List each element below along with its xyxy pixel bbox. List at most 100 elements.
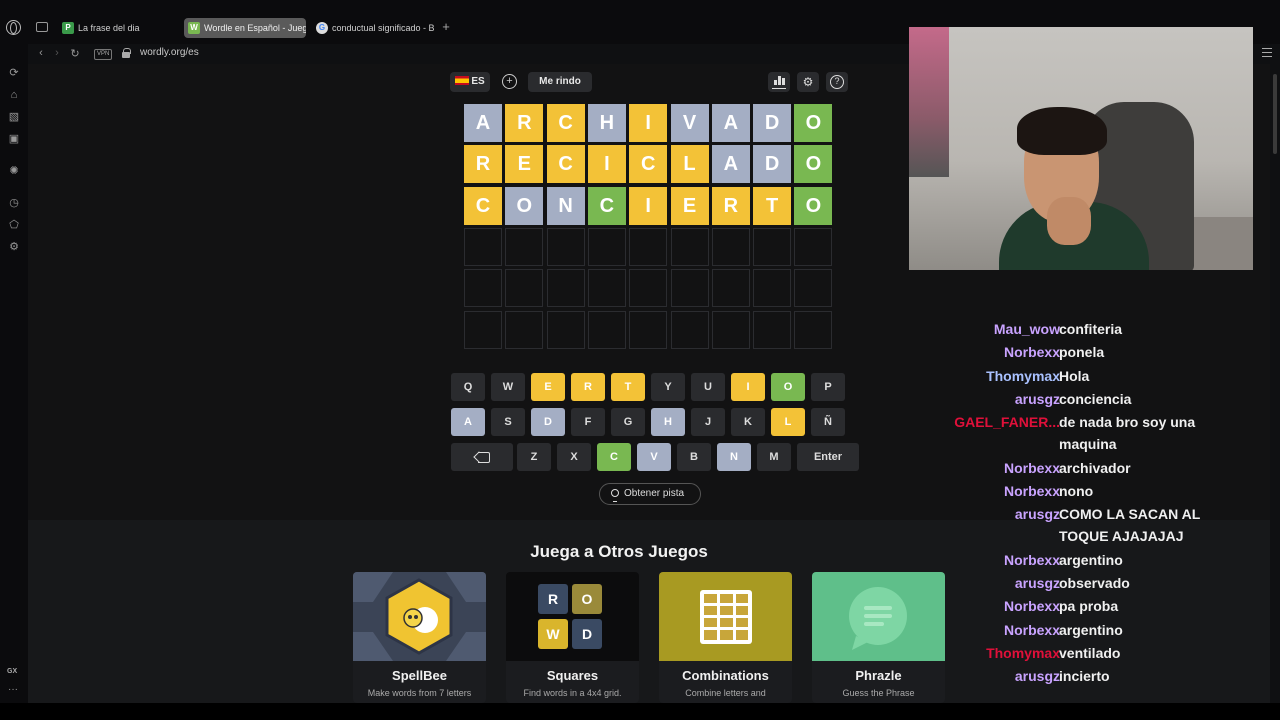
grid-tile: H (587, 104, 626, 142)
back-arrow-icon[interactable]: ‹ (34, 47, 48, 59)
key-o[interactable]: O (771, 373, 805, 401)
key-k[interactable]: K (731, 408, 765, 436)
chat-text: ponela (1059, 344, 1105, 361)
chat-username[interactable]: Norbexx (1004, 595, 1060, 617)
grid-tile: C (546, 145, 585, 184)
workspace-icon[interactable]: ⌂ (7, 88, 21, 102)
grid-tile: R (711, 186, 750, 225)
browser-tab[interactable]: W Wordle en Español - Jueg (184, 18, 306, 38)
key-g[interactable]: G (611, 408, 645, 436)
gx-logo-icon[interactable]: GX (7, 668, 17, 675)
extensions-icon[interactable]: ⬠ (7, 218, 21, 232)
url-text[interactable]: wordly.org/es (140, 47, 199, 58)
reload-icon[interactable]: ↻ (68, 47, 82, 60)
hint-label: Obtener pista (624, 488, 685, 499)
key-ñ[interactable]: Ñ (811, 408, 845, 436)
grid-tile (505, 227, 544, 266)
chat-username[interactable]: Norbexx (1004, 341, 1060, 363)
key-f[interactable]: F (571, 408, 605, 436)
help-icon: ? (830, 75, 844, 89)
grid-tile (546, 310, 585, 349)
chat-username[interactable]: Norbexx (1004, 619, 1060, 641)
language-button[interactable]: ES (450, 72, 490, 92)
chat-username[interactable]: GAEL_FANER... (954, 411, 1060, 433)
tab-panel-icon[interactable] (36, 22, 48, 32)
settings-button[interactable]: ⚙ (797, 72, 819, 92)
hint-button[interactable]: Obtener pista (599, 483, 701, 505)
lock-icon[interactable] (122, 48, 131, 58)
key-n[interactable]: N (717, 443, 751, 471)
grid-tile (711, 227, 750, 266)
give-up-button[interactable]: Me rindo (528, 72, 592, 92)
twitch-icon[interactable]: ▧ (7, 110, 21, 124)
backspace-key[interactable] (451, 443, 513, 471)
key-j[interactable]: J (691, 408, 725, 436)
key-u[interactable]: U (691, 373, 725, 401)
chat-text: COMO LA SACAN AL TOQUE AJAJAJAJ (1059, 506, 1201, 545)
key-t[interactable]: T (611, 373, 645, 401)
chat-text: observado (1059, 575, 1130, 592)
scroll-thumb[interactable] (1273, 74, 1277, 154)
key-a[interactable]: A (451, 408, 485, 436)
card-desc: Combine letters and (685, 688, 766, 698)
chat-username[interactable]: arusgz (1015, 388, 1060, 410)
chat-username[interactable]: Norbexx (1004, 457, 1060, 479)
key-m[interactable]: M (757, 443, 791, 471)
chat-username[interactable]: Thomymax (986, 642, 1060, 664)
easy-setup-menu-icon[interactable] (1262, 48, 1272, 57)
new-tab-plus-icon[interactable]: + (440, 20, 452, 34)
page-scrollbar[interactable] (1270, 64, 1280, 704)
grid-tile: I (629, 186, 668, 225)
key-r[interactable]: R (571, 373, 605, 401)
search-refresh-icon[interactable]: ⟳ (7, 66, 21, 80)
chat-username[interactable]: Thomymax (986, 365, 1060, 387)
browser-tab[interactable]: P La frase del dia (58, 18, 180, 38)
chat-username[interactable]: Norbexx (1004, 480, 1060, 502)
opera-logo-icon[interactable] (6, 20, 21, 35)
game-card-spellbee[interactable]: SpellBee Make words from 7 letters (353, 572, 486, 703)
history-icon[interactable]: ◷ (7, 196, 21, 210)
chat-username[interactable]: arusgz (1015, 665, 1060, 687)
key-p[interactable]: P (811, 373, 845, 401)
grid-tile (753, 227, 792, 266)
stats-button[interactable] (768, 72, 790, 92)
key-y[interactable]: Y (651, 373, 685, 401)
vpn-badge[interactable]: VPN (94, 49, 113, 60)
key-d[interactable]: D (531, 408, 565, 436)
key-l[interactable]: L (771, 408, 805, 436)
chat-text: argentino (1059, 621, 1123, 638)
key-s[interactable]: S (491, 408, 525, 436)
help-button[interactable]: ? (826, 72, 848, 92)
key-b[interactable]: B (677, 443, 711, 471)
chat-username[interactable]: Norbexx (1004, 549, 1060, 571)
enter-key[interactable]: Enter (797, 443, 859, 471)
key-i[interactable]: I (731, 373, 765, 401)
settings-gear-icon[interactable]: ⚙ (7, 240, 21, 254)
squares-tile: O (572, 584, 602, 614)
more-dots-icon[interactable]: ··· (8, 684, 18, 695)
lightbulb-icon (611, 489, 619, 502)
key-q[interactable]: Q (451, 373, 485, 401)
browser-tab[interactable]: Gconductual significado - B (312, 18, 434, 38)
messenger-icon[interactable]: ▣ (7, 132, 21, 146)
key-h[interactable]: H (651, 408, 685, 436)
key-v[interactable]: V (637, 443, 671, 471)
key-w[interactable]: W (491, 373, 525, 401)
forward-arrow-icon[interactable]: › (50, 47, 64, 59)
game-card-phrazle[interactable]: Phrazle Guess the Phrase (812, 572, 945, 703)
new-game-plus-icon[interactable]: + (502, 74, 517, 89)
chat-username[interactable]: arusgz (1015, 503, 1060, 525)
chat-username[interactable]: Mau_wow (994, 318, 1060, 340)
key-c[interactable]: C (597, 443, 631, 471)
tab-favicon-icon: W (188, 22, 200, 34)
chat-username[interactable]: arusgz (1015, 572, 1060, 594)
grid-tile (546, 227, 585, 266)
chatgpt-icon[interactable]: ✺ (7, 164, 21, 178)
game-card-combinations[interactable]: Combinations Combine letters and (659, 572, 792, 703)
grid-tile: N (546, 186, 585, 225)
key-z[interactable]: Z (517, 443, 551, 471)
game-card-squares[interactable]: R O W D Squares Find words in a 4x4 grid… (506, 572, 639, 703)
key-x[interactable]: X (557, 443, 591, 471)
chat-text: nono (1059, 483, 1094, 499)
key-e[interactable]: E (531, 373, 565, 401)
